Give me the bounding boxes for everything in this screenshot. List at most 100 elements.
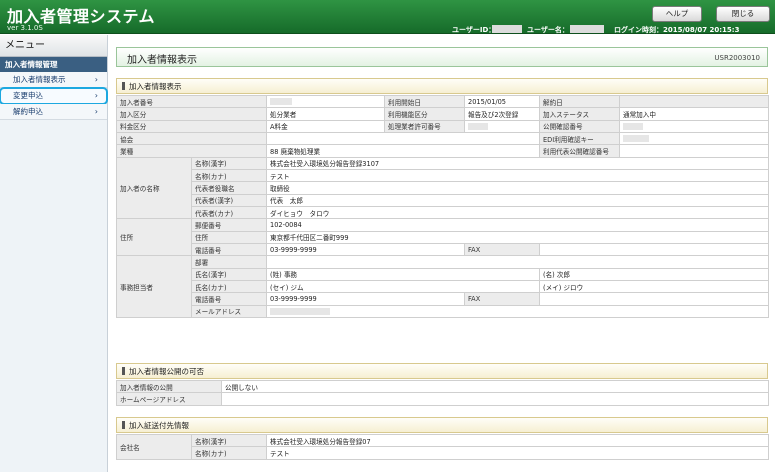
staff-first-kanji-value: (名) 次郎 [539,267,769,281]
rep-title-value: 取締役 [266,181,769,195]
page-title-bar: 加入者情報表示 USR2003010 [116,47,768,67]
start-date-value: 2015/01/05 [464,94,540,109]
label-start-date: 利用開始日 [384,94,465,109]
label-member-name-group: 加入者の名称 [116,156,192,220]
app-version: ver 3.1.0S [7,24,43,32]
label-rep-public-no: 利用代表公開確認番号 [539,144,620,158]
member-info-table: 加入者番号 利用開始日 2015/01/05 解約日 加入区分 処分業者 利用機… [116,94,769,318]
chevron-right-icon: › [94,75,98,84]
label-association: 協会 [116,131,267,146]
login-time: ログイン時刻：2015/08/07 20:15:3 [614,26,740,34]
label-public-no: 公開確認番号 [539,119,620,133]
label-staff-tel: 電話番号 [191,292,267,306]
main-content: 加入者情報表示 USR2003010 加入者情報表示 加入者番号 利用開始日 2… [109,35,775,472]
function-value: 報告及び2次登録 [464,107,540,121]
label-rep-kana: 代表者(カナ) [191,205,267,220]
label-public-setting: 加入者情報の公開 [116,379,222,394]
mail-value [266,304,769,318]
name-kana-value: テスト [266,168,769,183]
member-no-value [266,94,385,109]
rep-kanji-value: 代表 太郎 [266,193,769,207]
sidebar-item-label: 解約申込 [13,107,43,116]
sidebar-item-cancel-request[interactable]: 解約申込 › [0,104,107,120]
section-header-member-info: 加入者情報表示 [116,78,768,94]
label-industry: 業種 [116,144,267,158]
label-office-staff-group: 事務担当者 [116,255,192,318]
staff-fax-value [539,292,769,306]
screen-code: USR2003010 [714,54,760,62]
menu-title: メニュー [0,35,107,57]
sidebar: メニュー 加入者情報管理 加入者情報表示 › 変更申込 › 解約申込 › [0,35,108,472]
zip-value: 102-0084 [266,218,769,232]
help-button[interactable]: ヘルプ [652,6,702,22]
association-value [266,131,540,146]
label-zip: 郵便番号 [191,218,267,232]
label-fee: 料金区分 [116,119,267,133]
user-id-label: ユーザーID： [452,26,496,34]
public-info-table: 加入者情報の公開 公開しない ホームページアドレス [116,379,769,406]
label-rep-kanji: 代表者(漢字) [191,193,267,207]
status-value: 通常加入中 [619,107,769,121]
label-fax: FAX [464,242,540,257]
label-rep-title: 代表者役職名 [191,181,267,195]
label-member-no: 加入者番号 [116,94,267,109]
sidebar-item-change-request[interactable]: 変更申込 › [0,87,108,105]
label-cert-name-kanji: 名称(漢字) [191,433,267,448]
section-header-public: 加入者情報公開の可否 [116,363,768,379]
label-tel: 電話番号 [191,242,267,257]
label-staff-fax: FAX [464,292,540,306]
staff-first-kana-value: (メイ) ジロウ [539,279,769,294]
fee-value: A料金 [266,119,385,133]
section-marker-icon [122,367,125,375]
label-member-type: 加入区分 [116,107,267,121]
user-id-value [492,25,522,33]
cert-name-kana-value: テスト [266,446,769,460]
close-button[interactable]: 閉じる [716,6,770,22]
permit-value [464,119,540,133]
page-title: 加入者情報表示 [127,55,197,66]
chevron-right-icon: › [94,91,98,100]
public-no-value [619,119,769,133]
label-name-kana: 名称(カナ) [191,168,267,183]
edi-key-value [619,131,769,146]
cert-name-kanji-value: 株式会社受入環境処分報告登録07 [266,433,769,448]
label-homepage: ホームページアドレス [116,392,222,406]
label-function: 利用機能区分 [384,107,465,121]
staff-tel-value: 03-9999-9999 [266,292,465,306]
label-cert-name-kana: 名称(カナ) [191,446,267,460]
label-mail: メールアドレス [191,304,267,318]
app-header: 加入者管理システム ver 3.1.0S ヘルプ 閉じる ユーザーID： ユーザ… [0,0,775,34]
label-cancel-date: 解約日 [539,94,620,109]
sidebar-item-label: 加入者情報表示 [13,75,66,84]
rep-public-no-value [619,144,769,158]
label-address-group: 住所 [116,218,192,257]
industry-value: 88 廃棄物処理業 [266,144,540,158]
address-value: 東京都千代田区二番町999 [266,230,769,244]
section-marker-icon [122,82,125,90]
section-title: 加入者情報表示 [129,82,182,91]
dept-value [266,255,769,269]
label-name-kanji: 名称(漢字) [191,156,267,170]
user-name-label: ユーザー名： [527,26,569,34]
chevron-right-icon: › [94,107,98,116]
user-name-value [570,25,604,33]
staff-last-kana-value: (セイ) ジム [266,279,540,294]
section-marker-icon [122,421,125,429]
sidebar-item-member-info[interactable]: 加入者情報表示 › [0,72,107,88]
homepage-value [221,392,769,406]
label-company-group: 会社名 [116,434,192,460]
rep-kana-value: ダイヒョウ タロウ [266,205,769,220]
menu-section-member: 加入者情報管理 [0,57,107,72]
section-title: 加入証送付先情報 [129,421,189,430]
section-header-certificate: 加入証送付先情報 [116,417,768,433]
label-staff-name-kana: 氏名(カナ) [191,279,267,294]
certificate-table: 会社名 名称(漢字) 株式会社受入環境処分報告登録07 名称(カナ) テスト [116,433,769,460]
fax-value [539,242,769,257]
cancel-date-value [619,94,769,109]
sidebar-item-label: 変更申込 [13,91,43,100]
tel-value: 03-9999-9999 [266,242,465,257]
staff-last-kanji-value: (姓) 事務 [266,267,540,281]
label-permit: 処理業者許可番号 [384,119,465,133]
section-title: 加入者情報公開の可否 [129,367,204,376]
label-status: 加入ステータス [539,107,620,121]
